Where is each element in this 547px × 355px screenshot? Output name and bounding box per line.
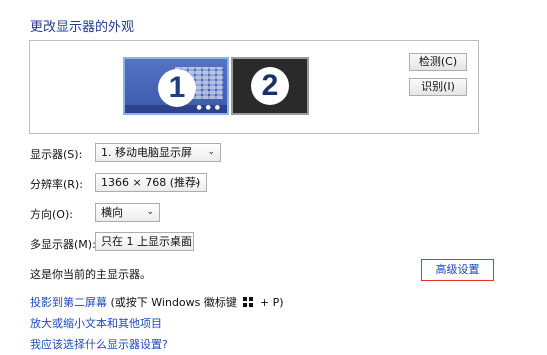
page-title: 更改显示器的外观 bbox=[30, 20, 135, 35]
orientation-select-value: 横向 bbox=[101, 206, 123, 219]
chevron-down-icon: ⌄ bbox=[146, 207, 154, 217]
chevron-down-icon: ⌄ bbox=[180, 236, 188, 246]
multi-display-select[interactable]: 只在 1 上显示桌面 ⌄ bbox=[95, 232, 194, 251]
advanced-settings-link[interactable]: 高级设置 bbox=[421, 259, 494, 281]
chevron-down-icon: ⌄ bbox=[207, 147, 215, 157]
detect-button[interactable]: 检测(C) bbox=[409, 53, 467, 71]
choose-settings-link[interactable]: 我应该选择什么显示器设置? bbox=[30, 336, 168, 352]
project-hint-pre: (或按下 Windows 徽标键 bbox=[107, 296, 241, 309]
monitor-1-thumbnail[interactable]: ● ● ● 1 bbox=[123, 57, 229, 115]
project-second-screen-link[interactable]: 投影到第二屏幕 bbox=[30, 296, 107, 309]
identify-button[interactable]: 识别(I) bbox=[409, 78, 467, 96]
monitor-1-number: 1 bbox=[158, 69, 196, 107]
multi-display-label: 多显示器(M): bbox=[30, 238, 96, 251]
orientation-select[interactable]: 横向 ⌄ bbox=[95, 203, 160, 222]
windows-logo-icon bbox=[243, 297, 254, 307]
resolution-select[interactable]: 1366 × 768 (推荐) ⌄ bbox=[95, 173, 207, 192]
taskbar-dots-icon: ● ● ● bbox=[196, 104, 221, 111]
display-label: 显示器(S): bbox=[30, 148, 83, 161]
display-select[interactable]: 1. 移动电脑显示屏 ⌄ bbox=[95, 143, 221, 162]
main-display-info: 这是你当前的主显示器。 bbox=[30, 268, 151, 281]
monitor-preview-area: ● ● ● 1 2 检测(C) 识别(I) bbox=[29, 40, 479, 134]
multi-display-select-value: 只在 1 上显示桌面 bbox=[101, 235, 192, 248]
monitor-2-number: 2 bbox=[251, 67, 289, 105]
orientation-label: 方向(O): bbox=[30, 208, 73, 221]
resolution-select-value: 1366 × 768 (推荐) bbox=[101, 176, 201, 189]
resolution-label: 分辨率(R): bbox=[30, 178, 83, 191]
project-second-screen-row: 投影到第二屏幕 (或按下 Windows 徽标键 + P) bbox=[30, 294, 284, 310]
monitor-2-thumbnail[interactable]: 2 bbox=[231, 57, 309, 115]
chevron-down-icon: ⌄ bbox=[193, 177, 201, 187]
enlarge-text-link[interactable]: 放大或缩小文本和其他项目 bbox=[30, 315, 162, 331]
display-select-value: 1. 移动电脑显示屏 bbox=[101, 146, 192, 159]
project-hint-post: + P) bbox=[256, 296, 284, 309]
